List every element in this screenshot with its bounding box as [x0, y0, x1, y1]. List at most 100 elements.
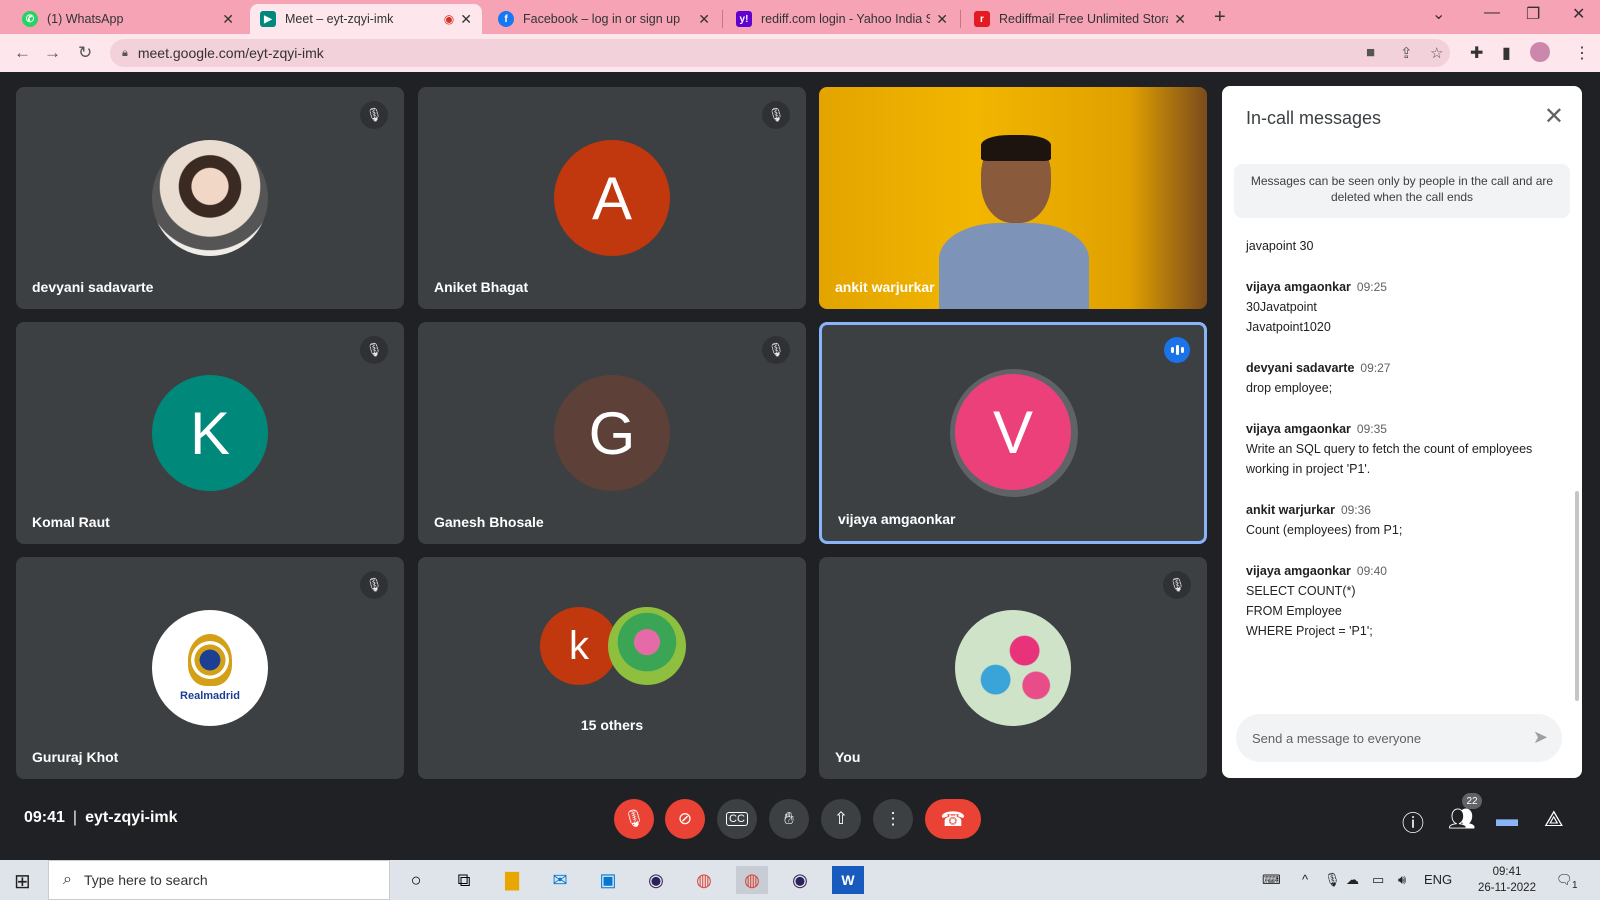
camera-icon[interactable]: ■	[1366, 44, 1375, 61]
battery-icon[interactable]: ▭	[1372, 872, 1384, 888]
share-icon[interactable]: ⇪	[1400, 44, 1413, 62]
address-bar[interactable]: 🔒︎ meet.google.com/eyt-zqyi-imk	[110, 39, 1450, 67]
present-button[interactable]: ⇧	[821, 799, 861, 839]
show-hidden-icons[interactable]: ^	[1302, 872, 1308, 887]
leave-call-button[interactable]: ☎︎	[925, 799, 981, 839]
bookmark-star-icon[interactable]: ☆	[1430, 44, 1443, 62]
cortana-icon[interactable]: ○	[400, 866, 432, 894]
hang-up-icon: ☎︎	[940, 808, 966, 831]
extensions-icon[interactable]: ✚	[1470, 43, 1483, 63]
raise-hand-button[interactable]: ✋︎	[769, 799, 809, 839]
participant-tile-speaking[interactable]: V vijaya amgaonkar	[819, 322, 1207, 544]
tab-yahoo[interactable]: y! rediff.com login - Yahoo India Se ✕	[726, 4, 958, 34]
maximize-button[interactable]: ❐	[1526, 4, 1540, 24]
participant-tile[interactable]: A 🎙︎ Aniket Bhagat	[418, 87, 806, 309]
close-icon[interactable]: ✕	[222, 11, 234, 28]
avatar: k	[540, 607, 618, 685]
mic-off-icon: 🎙︎	[360, 101, 388, 129]
message-text: 30Javatpoint	[1246, 300, 1317, 314]
more-options-button[interactable]: ⋮	[873, 799, 913, 839]
windows-start-icon[interactable]: ⊞	[14, 869, 31, 894]
close-icon[interactable]: ✕	[460, 11, 472, 28]
mail-icon[interactable]: ✉	[544, 866, 576, 894]
activities-icon[interactable]: ⟁	[1544, 806, 1564, 832]
message-input[interactable]: Send a message to everyone ➤	[1236, 714, 1562, 762]
back-icon[interactable]: ←	[14, 43, 31, 63]
chat-icon[interactable]: ▬	[1496, 806, 1518, 832]
new-tab-button[interactable]: +	[1214, 6, 1226, 29]
people-icon[interactable]: 👥︎	[1448, 806, 1476, 832]
participant-tile[interactable]: 🎙︎ devyani sadavarte	[16, 87, 404, 309]
side-panel-icon[interactable]: ▮	[1502, 43, 1511, 63]
keyboard-icon[interactable]: ⌨	[1262, 872, 1281, 888]
minimize-button[interactable]: —	[1484, 4, 1500, 22]
meeting-details-icon[interactable]: ⓘ	[1402, 806, 1424, 838]
microphone-icon[interactable]: 🎙︎	[1324, 872, 1341, 888]
tab-facebook[interactable]: f Facebook – log in or sign up ✕	[488, 4, 720, 34]
mic-toggle-button[interactable]: 🎙︎	[614, 799, 654, 839]
volume-icon[interactable]: 🔊︎	[1398, 872, 1406, 888]
eclipse-icon[interactable]: ◉	[784, 866, 816, 894]
avatar: G	[554, 375, 670, 491]
browser-tab-bar: ✆ (1) WhatsApp ✕ ▶ Meet – eyt-zqyi-imk ◉…	[0, 0, 1600, 34]
participant-tile-self[interactable]: 🎙︎ You	[819, 557, 1207, 779]
message-sender: ankit warjurkar	[1246, 503, 1335, 517]
tab-separator	[722, 10, 723, 28]
captions-button[interactable]: CC	[717, 799, 757, 839]
tab-label: rediff.com login - Yahoo India Se	[761, 12, 931, 26]
network-icon[interactable]: ☁	[1346, 872, 1359, 888]
taskbar-clock[interactable]: 09:41 26-11-2022	[1478, 864, 1536, 896]
call-time: 09:41	[24, 809, 65, 826]
eclipse-icon[interactable]: ◉	[640, 866, 672, 894]
browser-toolbar: ← → ↻ 🔒︎ meet.google.com/eyt-zqyi-imk ■ …	[0, 34, 1600, 72]
close-icon[interactable]: ✕	[936, 11, 948, 28]
participant-video-tile[interactable]: ankit warjurkar	[819, 87, 1207, 309]
search-placeholder: Type here to search	[83, 872, 208, 888]
close-icon[interactable]: ✕	[698, 11, 710, 28]
language-indicator[interactable]: ENG	[1424, 872, 1452, 887]
others-count: 15 others	[580, 717, 644, 733]
tab-separator	[960, 10, 961, 28]
present-screen-icon: ⇧	[833, 809, 849, 828]
mic-off-icon: 🎙︎	[360, 336, 388, 364]
close-icon[interactable]: ✕	[1174, 11, 1186, 28]
avatar: K	[152, 375, 268, 491]
menu-icon[interactable]: ⋮	[1574, 43, 1590, 63]
taskbar-search[interactable]: ⌕ Type here to search	[48, 860, 390, 900]
camera-toggle-button[interactable]: ⊘	[665, 799, 705, 839]
tab-search-icon[interactable]: ⌄	[1432, 4, 1445, 24]
scrollbar[interactable]	[1575, 491, 1579, 701]
participant-tile[interactable]: G 🎙︎ Ganesh Bhosale	[418, 322, 806, 544]
profile-avatar[interactable]	[1530, 42, 1550, 62]
participant-group-tile[interactable]: k 15 others	[418, 557, 806, 779]
forward-icon[interactable]: →	[44, 43, 61, 63]
message-text: working in project 'P1'.	[1246, 462, 1371, 476]
send-icon[interactable]: ➤	[1533, 727, 1548, 748]
message-time: 09:36	[1340, 503, 1371, 517]
participant-tile[interactable]: K 🎙︎ Komal Raut	[16, 322, 404, 544]
mic-off-icon: 🎙︎	[762, 101, 790, 129]
chrome-icon[interactable]: ◍	[688, 866, 720, 894]
tab-whatsapp[interactable]: ✆ (1) WhatsApp ✕	[12, 4, 244, 34]
file-explorer-icon[interactable]: ▇	[496, 866, 528, 894]
task-view-icon[interactable]: ⧉	[448, 866, 480, 894]
meeting-code: eyt-zqyi-imk	[85, 809, 178, 826]
facebook-icon: f	[498, 11, 514, 27]
word-icon[interactable]: W	[832, 866, 864, 894]
chrome-profile-icon[interactable]: ◍	[736, 866, 768, 894]
notification-icon[interactable]: 🗨︎	[1556, 872, 1573, 888]
avatar: Realmadrid	[152, 610, 268, 726]
participant-tile[interactable]: Realmadrid 🎙︎ Gururaj Khot	[16, 557, 404, 779]
clock-date: 26-11-2022	[1478, 882, 1536, 894]
logo-text: Realmadrid	[180, 690, 240, 702]
reload-icon[interactable]: ↻	[78, 43, 92, 63]
participant-name: Komal Raut	[32, 514, 110, 530]
close-icon[interactable]: ✕	[1544, 102, 1564, 131]
participant-name: You	[835, 749, 861, 765]
hand-icon: ✋︎	[784, 809, 794, 828]
tab-rediffmail[interactable]: r Rediffmail Free Unlimited Storag ✕	[964, 4, 1196, 34]
tab-meet[interactable]: ▶ Meet – eyt-zqyi-imk ◉ ✕	[250, 4, 482, 34]
mic-off-icon: 🎙︎	[1163, 571, 1191, 599]
store-icon[interactable]: ▣	[592, 866, 624, 894]
close-window-button[interactable]: ✕	[1572, 4, 1585, 24]
